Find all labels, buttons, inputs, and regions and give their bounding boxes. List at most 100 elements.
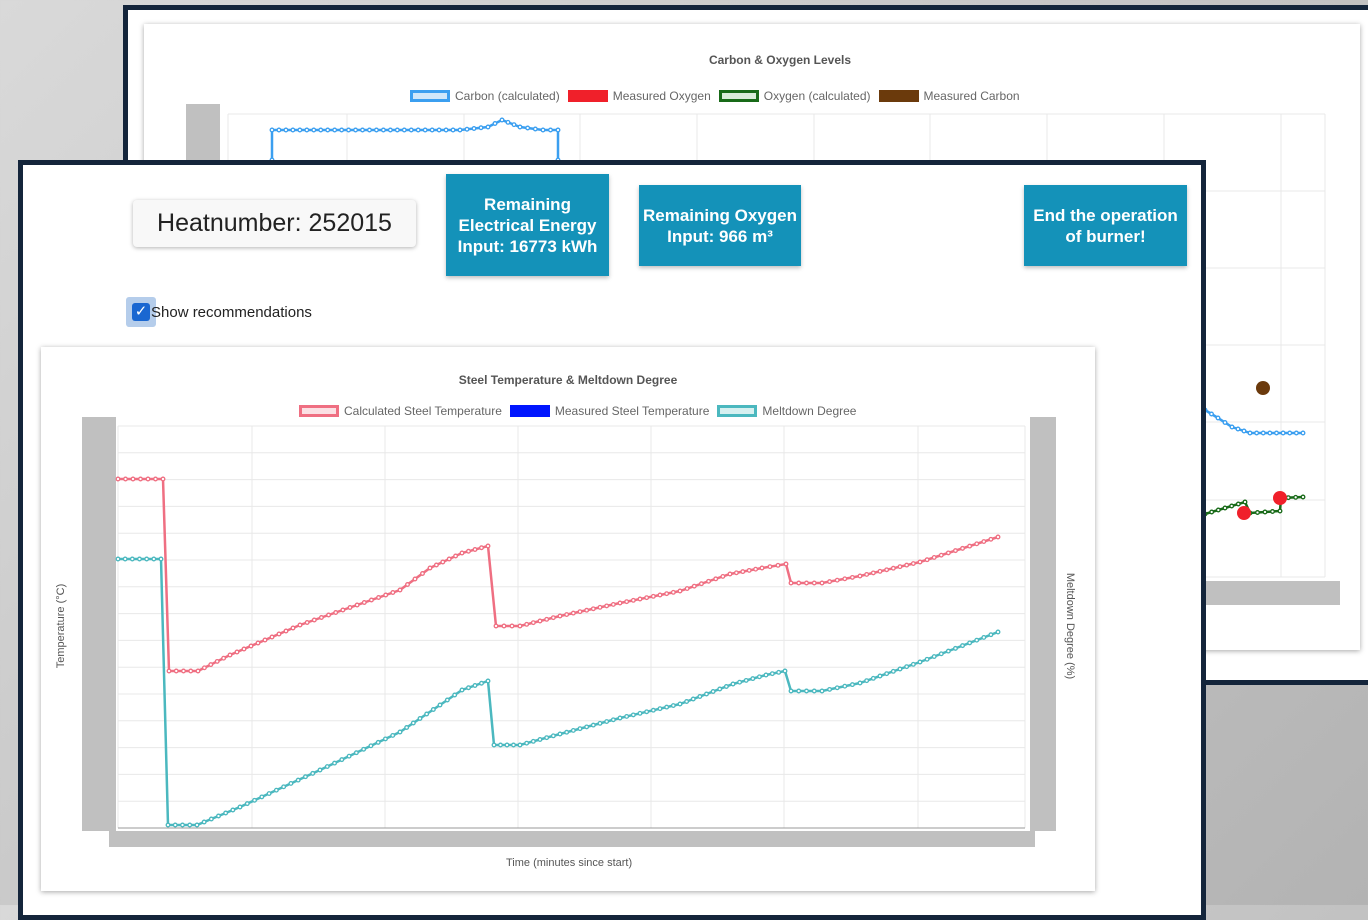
meltdown-degree-series-point xyxy=(165,822,171,828)
calculated-steel-temperature-series-point xyxy=(509,623,515,629)
meltdown-degree-series-point xyxy=(452,692,458,698)
meltdown-degree-series-point xyxy=(194,822,200,828)
meltdown-degree-series-point xyxy=(704,691,709,697)
calculated-steel-temperature-series-point xyxy=(283,628,289,634)
calculated-steel-temperature-series-point xyxy=(472,547,478,552)
meltdown-degree-series-point xyxy=(230,807,236,813)
meltdown-degree-series-point xyxy=(390,733,396,738)
meltdown-degree-series-point xyxy=(763,672,769,678)
meltdown-degree-series-point xyxy=(430,707,436,712)
calculated-steel-temperature-series-point xyxy=(340,607,346,613)
meltdown-degree-series-point xyxy=(931,654,937,659)
meltdown-degree-series-point xyxy=(974,637,980,643)
calculated-steel-temperature-series-point xyxy=(347,605,353,610)
meltdown-degree-series-point xyxy=(472,683,478,688)
calculated-steel-temperature-series-point xyxy=(753,566,759,572)
meltdown-degree-series-point xyxy=(151,556,157,562)
meltdown-degree-series-point xyxy=(444,697,450,703)
meltdown-degree-series-point xyxy=(158,556,164,562)
calculated-steel-temperature-series-point xyxy=(670,589,676,595)
calculated-steel-temperature-series-point xyxy=(479,545,484,551)
calculated-steel-temperature-series-point xyxy=(405,582,410,587)
calculated-steel-temperature-series-point xyxy=(811,580,817,586)
calculated-steel-temperature-series-point xyxy=(624,599,630,605)
meltdown-degree-series-point xyxy=(710,689,716,694)
meltdown-degree-series-point xyxy=(252,797,257,803)
meltdown-degree-series-point xyxy=(737,679,743,685)
meltdown-degree-series-point xyxy=(530,738,536,744)
meltdown-degree-series-point xyxy=(910,661,916,667)
calculated-steel-temperature-series-point xyxy=(517,623,523,629)
calculated-steel-temperature-series-point xyxy=(160,476,166,482)
meltdown-degree-series-point xyxy=(670,703,676,709)
meltdown-degree-series-point xyxy=(281,784,287,790)
meltdown-degree-series-point xyxy=(410,720,416,726)
calculated-steel-temperature-series-point xyxy=(924,557,930,563)
calculated-steel-temperature-series-point xyxy=(241,646,247,652)
calculated-steel-temperature-series-point xyxy=(234,649,240,655)
calculated-steel-temperature-series-point xyxy=(166,668,172,674)
meltdown-degree-series-point xyxy=(890,668,896,674)
meltdown-degree-series-point xyxy=(769,671,775,677)
calculated-steel-temperature-series-point xyxy=(864,571,870,577)
meltdown-degree-series-point xyxy=(317,767,323,773)
meltdown-degree-series-point xyxy=(677,701,683,707)
meltdown-degree-series-point xyxy=(570,727,576,733)
meltdown-degree-series-point xyxy=(339,757,345,763)
calculated-steel-temperature-series-point xyxy=(466,548,471,554)
meltdown-degree-series-point xyxy=(424,711,430,717)
calculated-steel-temperature-series-point xyxy=(397,587,403,593)
calculated-steel-temperature-series-point xyxy=(138,476,143,482)
meltdown-degree-series-point xyxy=(303,774,308,780)
meltdown-degree-series-line xyxy=(118,557,999,827)
meltdown-degree-series-point xyxy=(697,694,703,699)
calculated-steel-temperature-series-point xyxy=(530,620,536,626)
meltdown-degree-series-point xyxy=(827,686,833,692)
calculated-steel-temperature-series-point xyxy=(564,612,570,618)
calculated-steel-temperature-series-point xyxy=(262,637,268,643)
meltdown-degree-series-point xyxy=(981,635,987,640)
meltdown-degree-series-point xyxy=(756,674,762,680)
meltdown-degree-series-point xyxy=(459,687,465,693)
meltdown-degree-series-point xyxy=(938,651,944,657)
calculated-steel-temperature-series-point xyxy=(276,631,282,637)
calculated-steel-temperature-series-point xyxy=(311,617,317,623)
meltdown-degree-series-point xyxy=(864,678,870,684)
calculated-steel-temperature-series-point xyxy=(201,665,207,671)
meltdown-degree-series-point xyxy=(650,707,656,713)
calculated-steel-temperature-series-point xyxy=(248,643,254,649)
calculated-steel-temperature-series-point xyxy=(960,545,965,551)
calculated-steel-temperature-series-point xyxy=(788,580,794,586)
meltdown-degree-series-point xyxy=(857,680,863,686)
calculated-steel-temperature-series-point xyxy=(842,576,848,582)
meltdown-degree-series-point xyxy=(288,781,294,786)
meltdown-degree-series-point xyxy=(988,632,994,638)
calculated-steel-temperature-series-point xyxy=(727,571,733,577)
calculated-steel-temperature-series-point xyxy=(181,668,186,674)
meltdown-degree-series-point xyxy=(266,791,272,796)
calculated-steel-temperature-series-point xyxy=(376,595,382,600)
calculated-steel-temperature-series-point xyxy=(910,561,916,567)
calculated-steel-temperature-series-point xyxy=(459,550,465,556)
calculated-steel-temperature-series-point xyxy=(938,552,944,558)
meltdown-degree-series-point xyxy=(129,556,135,562)
calculated-steel-temperature-series-point xyxy=(297,622,303,628)
meltdown-degree-series-point xyxy=(504,742,510,748)
meltdown-degree-series-point xyxy=(743,677,749,683)
meltdown-degree-series-point xyxy=(577,726,583,732)
calculated-steel-temperature-series-point xyxy=(501,623,507,629)
calculated-steel-temperature-series-point xyxy=(804,580,809,586)
calculated-steel-temperature-series-point xyxy=(819,580,825,586)
calculated-steel-temperature-series-point xyxy=(383,592,389,598)
meltdown-degree-series-point xyxy=(244,801,250,807)
meltdown-degree-series-point xyxy=(924,656,930,662)
calculated-steel-temperature-series-point xyxy=(945,550,951,556)
meltdown-degree-series-point xyxy=(690,696,696,702)
meltdown-degree-series-point xyxy=(630,712,636,718)
meltdown-degree-series-point xyxy=(788,688,794,694)
meltdown-degree-series-point xyxy=(617,715,623,721)
calculated-steel-temperature-series-point xyxy=(713,576,719,582)
calculated-steel-temperature-series-point xyxy=(691,583,697,589)
calculated-steel-temperature-series-point xyxy=(427,565,433,571)
calculated-steel-temperature-series-point xyxy=(208,662,214,668)
